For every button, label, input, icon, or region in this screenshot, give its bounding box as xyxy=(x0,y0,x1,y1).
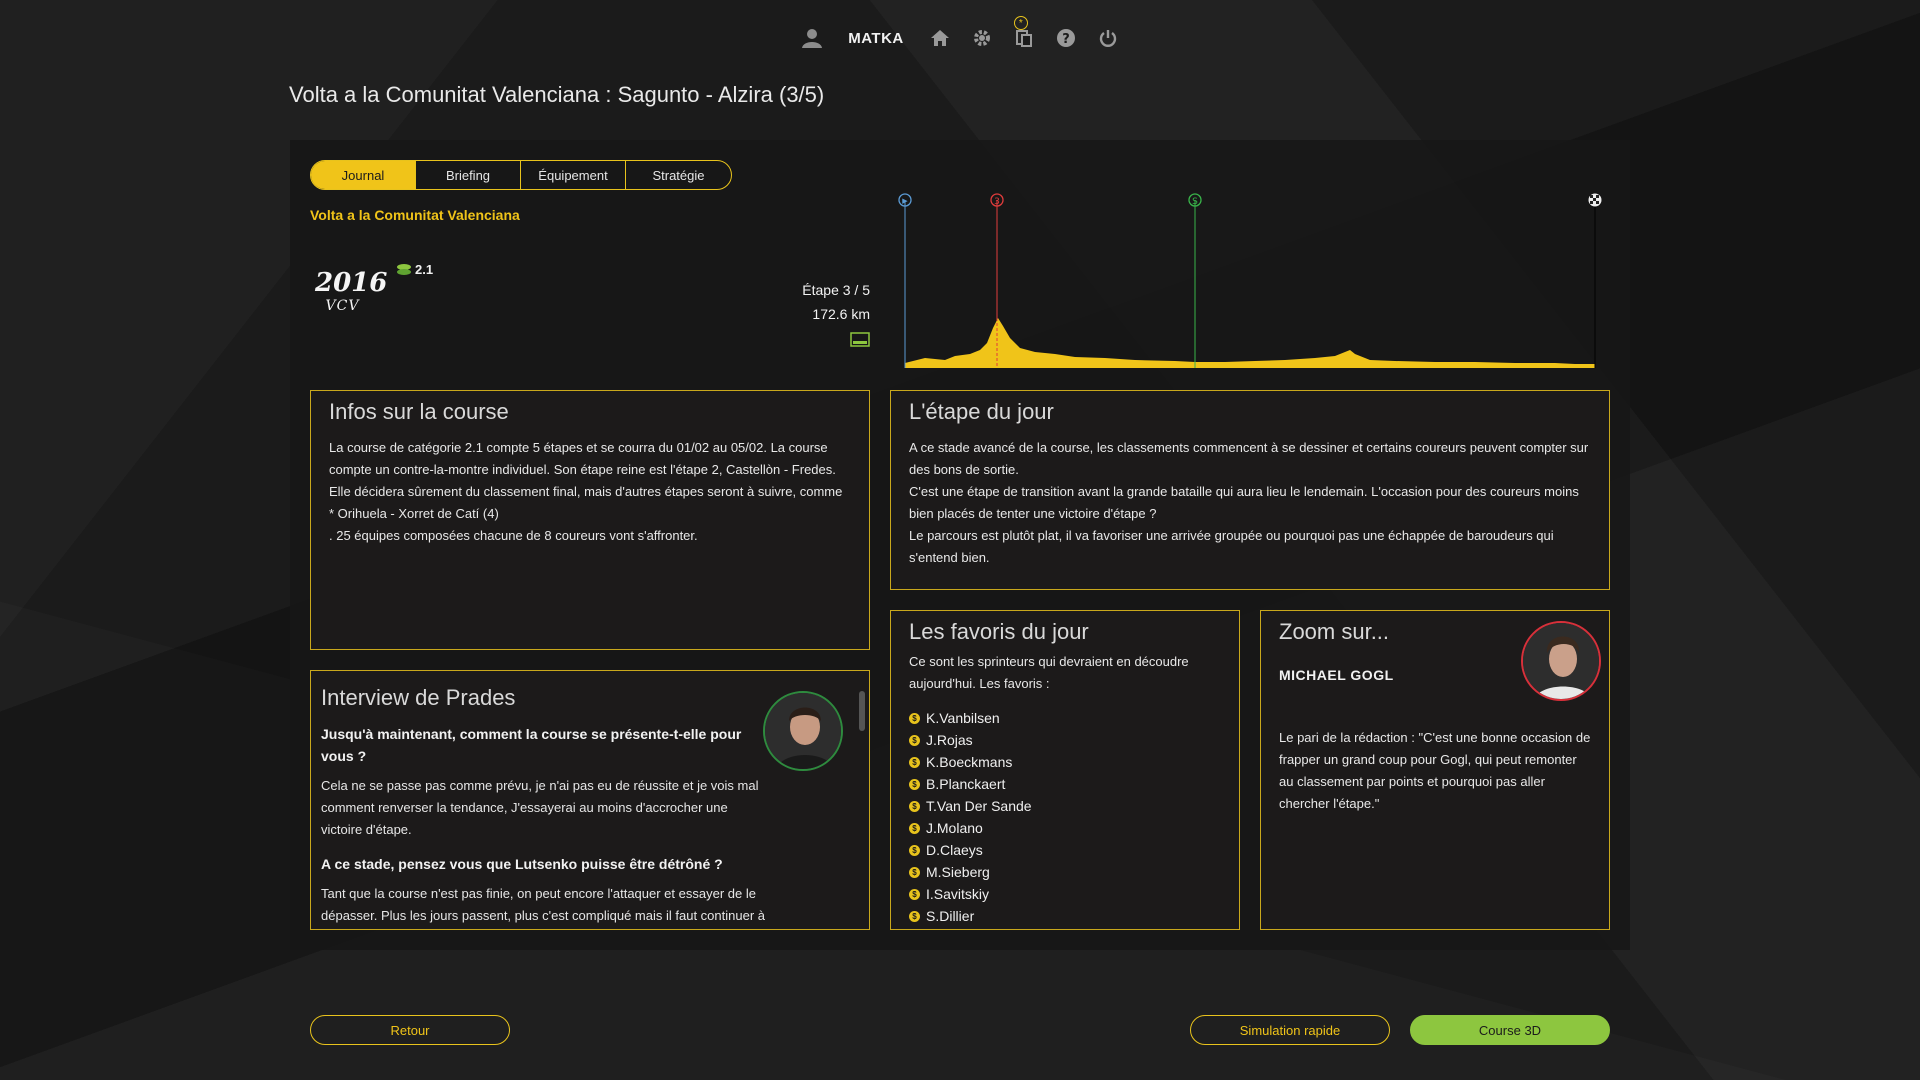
race-3d-button[interactable]: Course 3D xyxy=(1410,1015,1610,1045)
logo-year: 2016 xyxy=(315,268,388,298)
gear-icon[interactable] xyxy=(970,26,994,50)
stage-of-day-text: A ce stade avancé de la course, les clas… xyxy=(909,440,1589,565)
tab-briefing[interactable]: Briefing xyxy=(416,161,521,189)
race-category: 2.1 xyxy=(396,262,433,277)
stage-of-day-box: L'étape du jour A ce stade avancé de la … xyxy=(890,390,1610,590)
quick-simulation-button[interactable]: Simulation rapide xyxy=(1190,1015,1390,1045)
coin-icon: $ xyxy=(909,866,920,878)
tab-equipement[interactable]: Équipement xyxy=(521,161,626,189)
list-item[interactable]: $ M.Sieberg xyxy=(909,861,1221,883)
category-label: 2.1 xyxy=(415,262,434,277)
logo-abbr: VCV xyxy=(325,298,360,314)
race-info-title: Infos sur la course xyxy=(329,399,509,424)
race-info-box: Infos sur la course La course de catégor… xyxy=(310,390,870,650)
documents-icon[interactable]: * xyxy=(1012,16,1036,50)
coin-icon: $ xyxy=(909,734,920,746)
list-item[interactable]: $ I.Savitskiy xyxy=(909,883,1221,905)
home-icon[interactable] xyxy=(928,26,952,50)
power-icon[interactable] xyxy=(1096,26,1120,50)
checkered-flag-icon xyxy=(1588,193,1602,207)
page-title: Volta a la Comunitat Valenciana : Sagunt… xyxy=(289,82,825,107)
coin-icon: $ xyxy=(909,844,920,856)
stage-info: Étape 3 / 5 172.6 km xyxy=(802,278,870,326)
interview-answer: Tant que la course n'est pas finie, on p… xyxy=(321,886,765,923)
list-item[interactable]: $ D.Claeys xyxy=(909,839,1221,861)
start-marker-glyph: ▶ xyxy=(902,197,908,205)
favorites-box: Les favoris du jour Ce sont les sprinteu… xyxy=(890,610,1240,930)
stage-of-day-title: L'étape du jour xyxy=(909,399,1054,424)
favorites-list: $ K.Vanbilsen $ J.Rojas $ K.Boeckmans $ B.Pl… xyxy=(909,707,1221,927)
favorites-intro: Ce sont les sprinteurs qui devraient en … xyxy=(909,654,1189,691)
help-icon[interactable]: ? xyxy=(1054,26,1078,50)
zoom-text: Le pari de la rédaction : "C'est une bon… xyxy=(1279,730,1591,811)
top-bar: MATKA * ? xyxy=(0,16,1920,54)
climb-marker-label: 3 xyxy=(994,197,1000,207)
race-name: Volta a la Comunitat Valenciana xyxy=(310,207,520,223)
notification-badge: * xyxy=(1013,16,1028,30)
list-item[interactable]: $ J.Molano xyxy=(909,817,1221,839)
stage-profile[interactable]: ▶ 3 S xyxy=(895,188,1605,373)
coin-icon: $ xyxy=(909,910,920,922)
interview-question: Jusqu'à maintenant, comment la course se… xyxy=(321,726,742,764)
back-button[interactable]: Retour xyxy=(310,1015,510,1045)
list-item[interactable]: $ S.Dillier xyxy=(909,905,1221,927)
race-logo: 2016 VCV xyxy=(315,258,388,328)
coin-icon: $ xyxy=(909,822,920,834)
interview-question: A ce stade, pensez vous que Lutsenko pui… xyxy=(321,856,723,872)
zoom-box: Zoom sur... MICHAEL GOGL Le pari de la r… xyxy=(1260,610,1610,930)
tab-bar: Journal Briefing Équipement Stratégie xyxy=(310,160,732,190)
list-item[interactable]: $ K.Vanbilsen xyxy=(909,707,1221,729)
list-item[interactable]: $ K.Boeckmans xyxy=(909,751,1221,773)
interview-box[interactable]: Interview de Prades Jusqu'à maintenant, … xyxy=(310,670,870,930)
username[interactable]: MATKA xyxy=(848,30,904,47)
favorites-title: Les favoris du jour xyxy=(909,619,1089,644)
category-icon xyxy=(397,263,411,275)
coin-icon: $ xyxy=(909,888,920,900)
scrollbar-thumb[interactable] xyxy=(859,691,865,731)
user-icon[interactable] xyxy=(800,26,824,50)
list-item[interactable]: $ B.Planckaert xyxy=(909,773,1221,795)
interview-avatar xyxy=(763,691,843,771)
list-item[interactable]: $ J.Rojas xyxy=(909,729,1221,751)
tab-journal[interactable]: Journal xyxy=(311,161,416,189)
interview-answer: Cela ne se passe pas comme prévu, je n'a… xyxy=(321,778,759,837)
coin-icon: $ xyxy=(909,756,920,768)
profile-area xyxy=(905,318,1595,368)
zoom-avatar[interactable] xyxy=(1521,621,1601,701)
stage-type-icon[interactable] xyxy=(850,332,870,348)
list-item[interactable]: $ T.Van Der Sande xyxy=(909,795,1221,817)
svg-text:?: ? xyxy=(1062,32,1070,47)
coin-icon: $ xyxy=(909,712,920,724)
stage-distance: 172.6 km xyxy=(812,306,870,322)
sprint-marker-label: S xyxy=(1192,197,1198,207)
race-info-text: La course de catégorie 2.1 compte 5 étap… xyxy=(329,440,843,543)
coin-icon: $ xyxy=(909,778,920,790)
tab-strategie[interactable]: Stratégie xyxy=(626,161,731,189)
stage-number: Étape 3 / 5 xyxy=(802,282,870,298)
coin-icon: $ xyxy=(909,800,920,812)
